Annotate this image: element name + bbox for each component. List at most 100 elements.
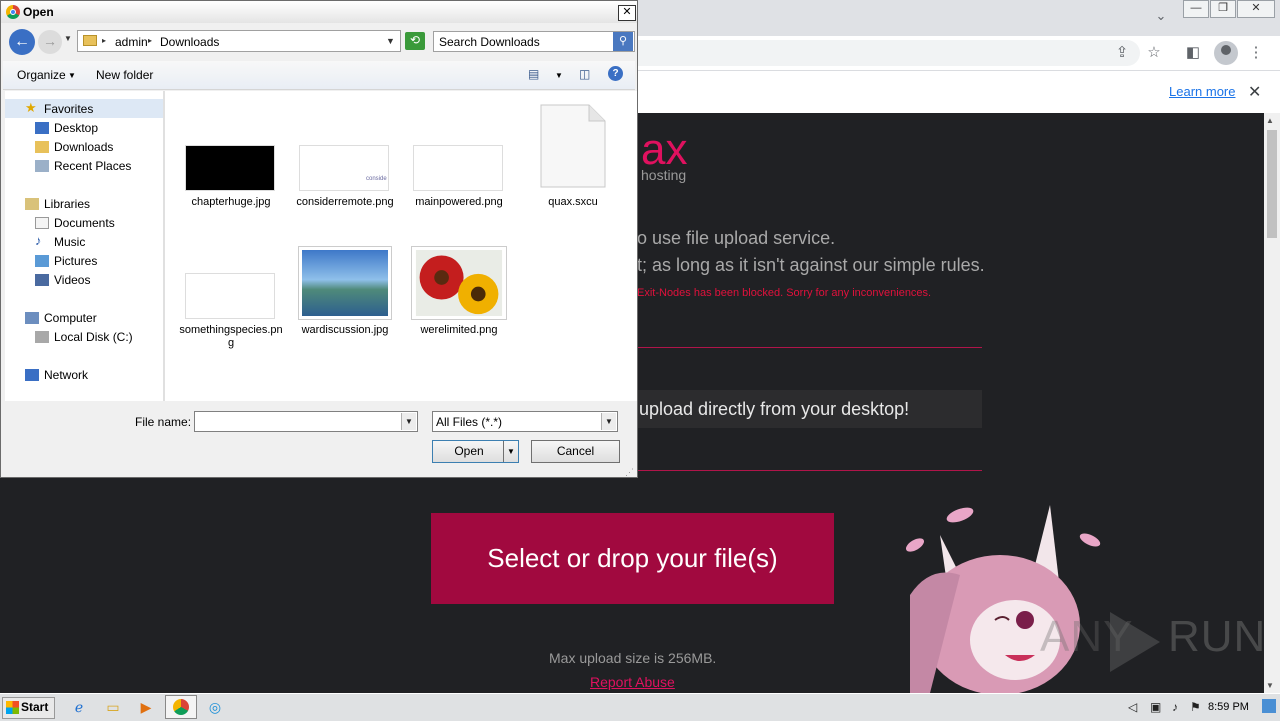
pictures-icon bbox=[35, 255, 49, 267]
report-abuse-link[interactable]: Report Abuse bbox=[590, 674, 675, 690]
back-arrow-icon[interactable]: ← bbox=[9, 29, 35, 55]
dialog-title-bar[interactable]: Open ✕ bbox=[1, 1, 637, 23]
internet-explorer-icon[interactable]: ℯ bbox=[70, 698, 88, 716]
chevron-down-icon[interactable]: ▼ bbox=[68, 71, 76, 80]
desktop-upload-banner[interactable]: upload directly from your desktop! bbox=[637, 390, 982, 428]
divider bbox=[637, 470, 982, 471]
forward-arrow-icon[interactable]: → bbox=[38, 30, 62, 54]
chrome-taskbar-button[interactable] bbox=[165, 695, 197, 719]
breadcrumb-downloads[interactable]: Downloads bbox=[160, 35, 219, 49]
dialog-close-button[interactable]: ✕ bbox=[618, 5, 636, 21]
network-tray-icon[interactable]: ▣ bbox=[1150, 700, 1161, 714]
clock[interactable]: 8:59 PM bbox=[1208, 701, 1249, 713]
history-chevron-down-icon[interactable]: ▼ bbox=[64, 34, 72, 43]
image-thumbnail bbox=[412, 247, 506, 319]
nav-label: Downloads bbox=[54, 140, 114, 154]
address-bar[interactable] bbox=[600, 40, 1140, 66]
breadcrumb[interactable]: ▸ admin ▸ Downloads ▼ bbox=[77, 30, 401, 52]
chevron-down-icon[interactable]: ▼ bbox=[401, 413, 416, 430]
select-files-button[interactable]: Select or drop your file(s) bbox=[431, 513, 834, 604]
chevron-down-icon[interactable]: ▼ bbox=[555, 71, 563, 80]
chevron-right-icon[interactable]: ▸ bbox=[148, 36, 152, 45]
command-bar: Organize ▼ New folder ▤ ▼ ◫ ? bbox=[3, 61, 635, 90]
file-name: mainpowered.png bbox=[415, 196, 503, 208]
explorer-folder-icon[interactable]: ▭ bbox=[104, 698, 122, 716]
nav-label: Videos bbox=[54, 273, 91, 287]
start-button[interactable]: Start bbox=[2, 697, 55, 719]
libraries-icon bbox=[25, 198, 39, 210]
nav-label: Music bbox=[54, 235, 86, 249]
intro-line-2: t; as long as it isn't against our simpl… bbox=[637, 255, 985, 275]
chevron-down-icon[interactable]: ▼ bbox=[601, 413, 616, 430]
refresh-icon[interactable]: ⟲ bbox=[405, 32, 425, 50]
open-file-dialog: Open ✕ ← → ▼ ▸ admin ▸ Downloads ▼ ⟲ Sea… bbox=[0, 0, 638, 478]
resize-grip-icon[interactable]: ⋰ bbox=[625, 467, 634, 478]
navigation-pane: ★ Favorites Desktop Downloads Recent Pla… bbox=[5, 91, 163, 401]
nav-label: Documents bbox=[54, 216, 115, 230]
watermark-text: RUN bbox=[1168, 612, 1267, 661]
divider bbox=[637, 347, 982, 348]
close-window-button[interactable]: ✕ bbox=[1237, 0, 1275, 18]
network-icon bbox=[25, 369, 39, 381]
scroll-up-icon[interactable]: ▲ bbox=[1266, 116, 1274, 125]
cancel-button[interactable]: Cancel bbox=[531, 440, 620, 463]
disk-icon bbox=[35, 331, 49, 343]
star-icon: ★ bbox=[25, 100, 37, 115]
search-icon[interactable]: ⚲ bbox=[613, 32, 633, 51]
banner-text: upload directly from your desktop! bbox=[639, 399, 910, 419]
image-thumbnail bbox=[185, 273, 275, 319]
new-folder-button[interactable]: New folder bbox=[96, 68, 153, 82]
scroll-thumb[interactable] bbox=[1267, 130, 1277, 238]
scroll-down-icon[interactable]: ▼ bbox=[1266, 681, 1274, 690]
watermark-text-any: ANY bbox=[1040, 612, 1134, 661]
help-icon[interactable]: ? bbox=[608, 66, 623, 81]
downloads-folder-icon bbox=[35, 141, 49, 153]
chevron-down-icon[interactable]: ▼ bbox=[386, 36, 395, 46]
restore-button[interactable]: ❐ bbox=[1210, 0, 1236, 18]
file-type-select[interactable]: All Files (*.*) ▼ bbox=[432, 411, 618, 432]
preview-pane-icon[interactable]: ◫ bbox=[579, 67, 590, 81]
generic-file-icon bbox=[540, 104, 606, 188]
file-type-value: All Files (*.*) bbox=[436, 415, 503, 429]
chrome-icon bbox=[173, 699, 189, 715]
menu-kebab-icon[interactable]: ⋮ bbox=[1245, 42, 1267, 64]
learn-more-link[interactable]: Learn more bbox=[1169, 84, 1235, 99]
view-options-icon[interactable]: ▤ bbox=[528, 67, 539, 81]
tab-search-chevron-icon[interactable]: ⌄ bbox=[1152, 8, 1170, 26]
image-thumbnail bbox=[413, 145, 503, 191]
media-player-icon[interactable]: ▶ bbox=[137, 698, 155, 716]
volume-icon[interactable]: ♪ bbox=[1172, 700, 1178, 714]
nav-label: Pictures bbox=[54, 254, 98, 268]
edge-icon[interactable]: ◎ bbox=[206, 698, 224, 716]
file-list: chapterhuge.jpg conside considerremote.p… bbox=[165, 91, 637, 401]
open-button[interactable]: Open ▼ bbox=[432, 440, 519, 463]
site-tagline: hosting bbox=[641, 167, 687, 183]
tray-chevron-icon[interactable]: ◁ bbox=[1128, 700, 1137, 714]
search-input[interactable]: Search Downloads bbox=[433, 31, 635, 52]
nav-label: Local Disk (C:) bbox=[54, 330, 133, 344]
breadcrumb-admin[interactable]: admin bbox=[115, 35, 148, 49]
chevron-right-icon[interactable]: ▸ bbox=[102, 36, 106, 45]
nav-label: Favorites bbox=[44, 102, 94, 116]
close-icon[interactable]: ✕ bbox=[1248, 82, 1261, 102]
share-icon[interactable]: ⇪ bbox=[1111, 42, 1133, 64]
organize-button[interactable]: Organize bbox=[17, 68, 66, 82]
bookmark-star-icon[interactable]: ☆ bbox=[1143, 42, 1165, 64]
side-panel-icon[interactable]: ◧ bbox=[1182, 42, 1204, 64]
recent-places-icon bbox=[35, 160, 49, 172]
action-center-flag-icon[interactable]: ⚑ bbox=[1190, 700, 1201, 714]
dialog-title: Open bbox=[23, 5, 54, 19]
profile-avatar[interactable] bbox=[1214, 41, 1238, 65]
start-label: Start bbox=[21, 700, 49, 714]
music-icon: ♪ bbox=[35, 233, 42, 248]
show-desktop-button[interactable] bbox=[1262, 699, 1276, 713]
image-thumbnail bbox=[185, 145, 275, 191]
chevron-down-icon[interactable]: ▼ bbox=[503, 441, 518, 462]
minimize-button[interactable]: — bbox=[1183, 0, 1209, 18]
nav-label: Libraries bbox=[44, 197, 91, 211]
file-name: quax.sxcu bbox=[548, 196, 598, 208]
file-name-field[interactable]: ▼ bbox=[194, 411, 418, 432]
file-name: somethingspecies.png bbox=[179, 324, 283, 349]
nav-label: Desktop bbox=[54, 121, 99, 135]
open-button-label: Open bbox=[454, 444, 484, 458]
